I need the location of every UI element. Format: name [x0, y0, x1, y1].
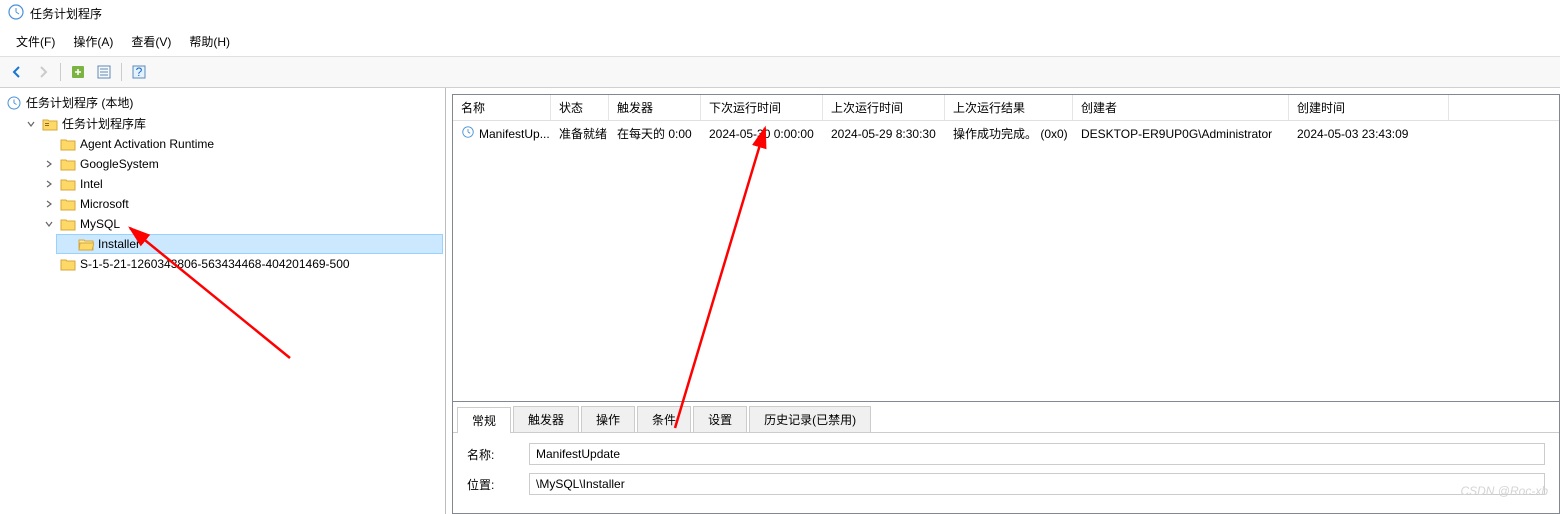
- col-next[interactable]: 下次运行时间: [701, 95, 823, 120]
- toolbar-separator: [60, 63, 61, 81]
- cell-name: ManifestUp...: [453, 123, 551, 144]
- folder-icon: [60, 176, 76, 192]
- tree-item-agent[interactable]: Agent Activation Runtime: [38, 134, 443, 154]
- tree-label: Agent Activation Runtime: [80, 137, 214, 151]
- tool-create-button[interactable]: [67, 61, 89, 83]
- tree-item-mysql[interactable]: MySQL: [38, 214, 443, 234]
- toolbar-separator: [121, 63, 122, 81]
- titlebar: 任务计划程序: [0, 0, 1560, 27]
- details-body: 名称: ManifestUpdate 位置: \MySQL\Installer: [453, 433, 1559, 513]
- chevron-right-icon[interactable]: [42, 177, 56, 191]
- field-name-value: ManifestUpdate: [529, 443, 1545, 465]
- col-created[interactable]: 创建时间: [1289, 95, 1449, 120]
- tree-label: 任务计划程序 (本地): [26, 94, 133, 111]
- field-name-label: 名称:: [467, 446, 517, 463]
- tree-label: S-1-5-21-1260343806-563434468-404201469-…: [80, 257, 350, 271]
- toolbar: ?: [0, 57, 1560, 88]
- chevron-down-icon[interactable]: [24, 117, 38, 131]
- nav-back-button[interactable]: [6, 61, 28, 83]
- clock-icon: [6, 95, 22, 111]
- folder-open-icon: [78, 236, 94, 252]
- col-result[interactable]: 上次运行结果: [945, 95, 1073, 120]
- menu-view[interactable]: 查看(V): [123, 31, 179, 52]
- tab-triggers[interactable]: 触发器: [513, 406, 579, 432]
- tree-label: MySQL: [80, 217, 120, 231]
- tree-label: Installer: [98, 237, 140, 251]
- tree-library[interactable]: 任务计划程序库: [20, 113, 443, 134]
- clock-icon: [461, 125, 475, 142]
- cell-creator: DESKTOP-ER9UP0G\Administrator: [1073, 125, 1289, 143]
- window-title: 任务计划程序: [30, 5, 102, 22]
- folder-icon: [60, 256, 76, 272]
- tree-item-microsoft[interactable]: Microsoft: [38, 194, 443, 214]
- tree-item-sid[interactable]: S-1-5-21-1260343806-563434468-404201469-…: [38, 254, 443, 274]
- app-icon: [8, 4, 24, 23]
- tree-item-intel[interactable]: Intel: [38, 174, 443, 194]
- cell-next: 2024-05-30 0:00:00: [701, 125, 823, 143]
- col-name[interactable]: 名称: [453, 95, 551, 120]
- tab-general[interactable]: 常规: [457, 407, 511, 433]
- nav-forward-button: [32, 61, 54, 83]
- main-area: 任务计划程序 (本地) 任务计划程序库 Agent Activation Run…: [0, 88, 1560, 514]
- cell-last: 2024-05-29 8:30:30: [823, 125, 945, 143]
- tab-history[interactable]: 历史记录(已禁用): [749, 406, 871, 432]
- folder-icon: [60, 136, 76, 152]
- tab-actions[interactable]: 操作: [581, 406, 635, 432]
- task-row[interactable]: ManifestUp... 准备就绪 在每天的 0:00 2024-05-30 …: [453, 121, 1559, 146]
- tool-help-button[interactable]: ?: [128, 61, 150, 83]
- field-location-value: \MySQL\Installer: [529, 473, 1545, 495]
- chevron-right-icon[interactable]: [42, 157, 56, 171]
- field-location-row: 位置: \MySQL\Installer: [467, 473, 1545, 495]
- watermark: CSDN @Roc-xb: [1460, 484, 1548, 498]
- field-location-label: 位置:: [467, 476, 517, 493]
- col-trigger[interactable]: 触发器: [609, 95, 701, 120]
- menubar: 文件(F) 操作(A) 查看(V) 帮助(H): [0, 27, 1560, 57]
- task-list[interactable]: 名称 状态 触发器 下次运行时间 上次运行时间 上次运行结果 创建者 创建时间 …: [452, 94, 1560, 402]
- cell-trigger: 在每天的 0:00: [609, 123, 701, 144]
- right-panel: 名称 状态 触发器 下次运行时间 上次运行时间 上次运行结果 创建者 创建时间 …: [446, 88, 1560, 514]
- tab-conditions[interactable]: 条件: [637, 406, 691, 432]
- tree-root[interactable]: 任务计划程序 (本地): [2, 92, 443, 113]
- cell-result: 操作成功完成。 (0x0): [945, 123, 1073, 144]
- tree-panel[interactable]: 任务计划程序 (本地) 任务计划程序库 Agent Activation Run…: [0, 88, 446, 514]
- tree-label: Intel: [80, 177, 103, 191]
- folder-icon: [60, 196, 76, 212]
- tree-item-installer[interactable]: Installer: [56, 234, 443, 254]
- tool-properties-button[interactable]: [93, 61, 115, 83]
- tree-label: Microsoft: [80, 197, 129, 211]
- list-header: 名称 状态 触发器 下次运行时间 上次运行时间 上次运行结果 创建者 创建时间: [453, 95, 1559, 121]
- task-name: ManifestUp...: [479, 127, 550, 141]
- folder-icon: [60, 156, 76, 172]
- tree-label: 任务计划程序库: [62, 115, 146, 132]
- col-last[interactable]: 上次运行时间: [823, 95, 945, 120]
- menu-action[interactable]: 操作(A): [65, 31, 121, 52]
- svg-text:?: ?: [136, 65, 143, 79]
- cell-status: 准备就绪: [551, 123, 609, 144]
- library-icon: [42, 116, 58, 132]
- details-panel: 常规 触发器 操作 条件 设置 历史记录(已禁用) 名称: ManifestUp…: [452, 402, 1560, 514]
- chevron-right-icon[interactable]: [42, 197, 56, 211]
- field-name-row: 名称: ManifestUpdate: [467, 443, 1545, 465]
- menu-file[interactable]: 文件(F): [8, 31, 63, 52]
- folder-icon: [60, 216, 76, 232]
- col-creator[interactable]: 创建者: [1073, 95, 1289, 120]
- tree-label: GoogleSystem: [80, 157, 159, 171]
- menu-help[interactable]: 帮助(H): [181, 31, 238, 52]
- chevron-down-icon[interactable]: [42, 217, 56, 231]
- tab-settings[interactable]: 设置: [693, 406, 747, 432]
- tree-item-google[interactable]: GoogleSystem: [38, 154, 443, 174]
- col-status[interactable]: 状态: [551, 95, 609, 120]
- cell-created: 2024-05-03 23:43:09: [1289, 125, 1449, 143]
- details-tabs: 常规 触发器 操作 条件 设置 历史记录(已禁用): [453, 402, 1559, 433]
